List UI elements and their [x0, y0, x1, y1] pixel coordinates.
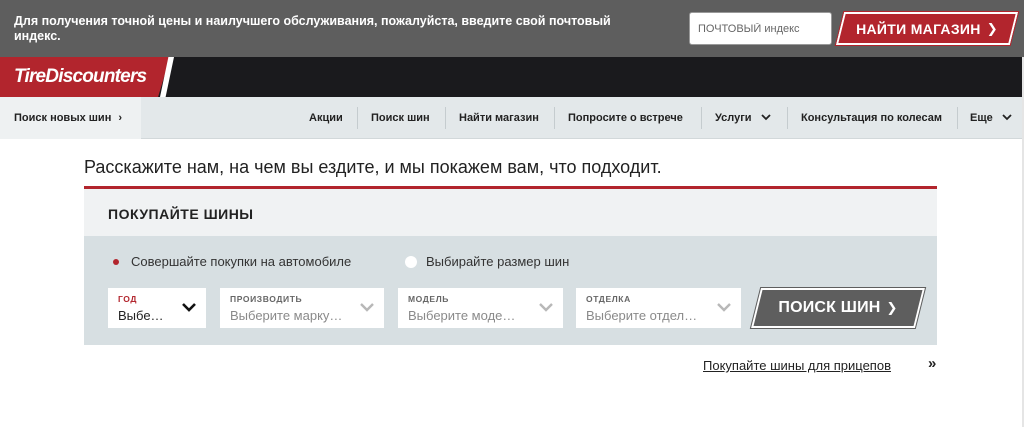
find-store-button[interactable]: НАЙТИ МАГАЗИН ❯	[834, 11, 1020, 46]
search-tires-button[interactable]: ПОИСК ШИН ❯	[749, 287, 927, 329]
radio-label: Выбирайте размер шин	[426, 254, 570, 269]
nav-divider	[701, 107, 702, 129]
select-value: Выбе…	[118, 308, 164, 323]
nav-item-label: Попросите о встрече	[568, 112, 683, 124]
select-caption: ОТДЕЛКА	[586, 294, 631, 304]
nav-item-wheel-consult[interactable]: Консультация по колесам	[801, 97, 942, 139]
model-select[interactable]: МОДЕЛЬ Выберите моде…	[398, 288, 563, 328]
shop-tires-panel: Совершайте покупки на автомобиле Выбирай…	[84, 236, 937, 345]
search-tires-label: ПОИСК ШИН	[778, 299, 881, 316]
nav-new-tire-search-label: Поиск новых шин	[14, 112, 112, 124]
year-select[interactable]: ГОД Выбе…	[108, 288, 206, 328]
nav-item-deals[interactable]: Акции	[309, 97, 343, 139]
zip-code-input[interactable]	[689, 12, 832, 45]
find-store-button-label-wrap: НАЙТИ МАГАЗИН ❯	[840, 12, 1014, 45]
trailer-tires-link[interactable]: Покупайте шины для прицепов	[703, 358, 891, 373]
nav-item-label: Поиск шин	[371, 112, 430, 124]
panel-title: ПОКУПАЙТЕ ШИНЫ	[108, 206, 254, 222]
nav-item-label: Акции	[309, 112, 343, 124]
radio-selected-icon	[110, 256, 122, 268]
zip-banner: Для получения точной цены и наилучшего о…	[0, 0, 1024, 57]
radio-label: Совершайте покупки на автомобиле	[131, 254, 352, 269]
nav-divider	[357, 107, 358, 129]
nav-item-label: Найти магазин	[459, 112, 539, 124]
nav-new-tire-search[interactable]: Поиск новых шин ›	[0, 97, 141, 139]
select-caption: МОДЕЛЬ	[408, 294, 449, 304]
make-select[interactable]: ПРОИЗВОДИТЬ Выберите марку…	[220, 288, 384, 328]
site-logo[interactable]: TireDiscounters	[14, 66, 147, 88]
chevron-right-icon: ❯	[986, 20, 998, 36]
nav-item-tire-search[interactable]: Поиск шин	[371, 97, 430, 139]
chevron-down-icon	[360, 303, 374, 312]
page-headline: Расскажите нам, на чем вы ездите, и мы п…	[84, 157, 662, 177]
select-value: Выберите моде…	[408, 308, 516, 323]
nav-divider	[957, 107, 958, 129]
double-chevron-right-icon: »	[928, 355, 937, 372]
nav-item-more[interactable]: Еще	[970, 97, 1012, 139]
search-tires-button-label-wrap: ПОИСК ШИН ❯	[756, 288, 920, 328]
chevron-down-icon	[1002, 113, 1012, 124]
chevron-down-icon	[539, 303, 553, 312]
chevron-down-icon	[760, 113, 771, 124]
nav-item-label: Еще	[970, 112, 993, 124]
header-logo-bar: TireDiscounters	[0, 57, 1022, 97]
radio-shop-by-size[interactable]: Выбирайте размер шин	[405, 254, 569, 269]
nav-divider	[445, 107, 446, 129]
nav-item-label: Услуги	[715, 112, 752, 124]
select-caption: ПРОИЗВОДИТЬ	[230, 294, 303, 304]
chevron-down-icon	[182, 303, 196, 312]
select-value: Выберите отдел…	[586, 308, 698, 323]
chevron-right-icon: ❯	[886, 300, 898, 315]
radio-shop-by-vehicle[interactable]: Совершайте покупки на автомобиле	[110, 254, 351, 269]
select-caption: ГОД	[118, 294, 138, 304]
nav-divider	[554, 107, 555, 129]
chevron-down-icon	[717, 303, 731, 312]
nav-item-services[interactable]: Услуги	[715, 97, 771, 139]
nav-divider	[787, 107, 788, 129]
select-value: Выберите марку…	[230, 308, 343, 323]
nav-item-appointment[interactable]: Попросите о встрече	[568, 97, 683, 139]
shop-tires-panel-header: ПОКУПАЙТЕ ШИНЫ	[84, 189, 937, 236]
nav-item-label: Консультация по колесам	[801, 112, 943, 124]
radio-unselected-icon	[405, 255, 417, 268]
nav-item-find-store[interactable]: Найти магазин	[459, 97, 539, 139]
trim-select[interactable]: ОТДЕЛКА Выберите отдел…	[576, 288, 741, 328]
zip-prompt-text: Для получения точной цены и наилучшего о…	[14, 14, 611, 43]
chevron-right-icon: ›	[118, 112, 123, 124]
find-store-label: НАЙТИ МАГАЗИН	[856, 20, 981, 37]
main-nav: Поиск новых шин › Акции Поиск шин Найти …	[0, 97, 1022, 139]
